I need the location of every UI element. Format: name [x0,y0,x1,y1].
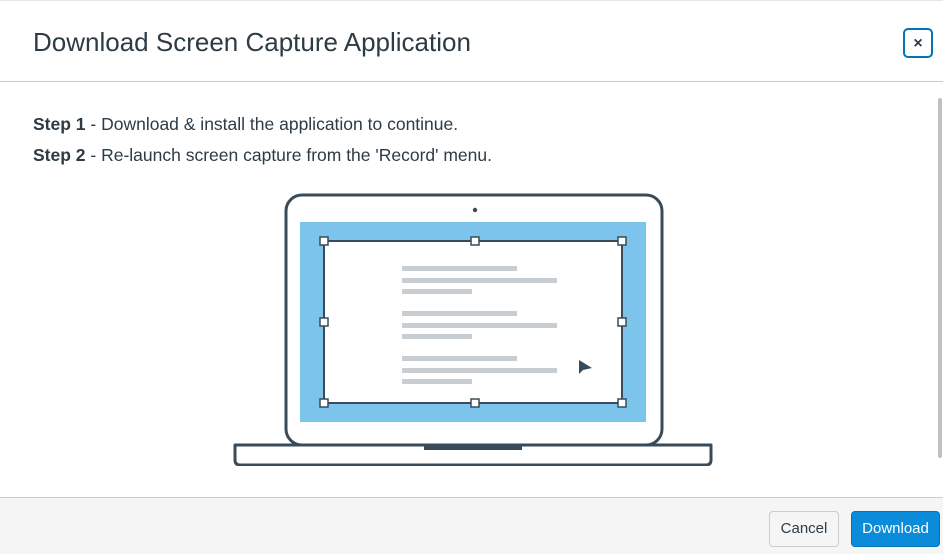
download-button[interactable]: Download [851,511,940,547]
laptop-notch [424,445,522,450]
step-1-label: Step 1 [33,114,86,134]
capture-region [323,240,623,404]
close-button[interactable]: × [903,28,933,58]
dialog-footer: Cancel Download [0,497,943,554]
laptop-screen-capture-illustration [233,193,713,466]
dialog-body: Step 1 - Download & install the applicat… [0,82,943,497]
step-2: Step 2 - Re-launch screen capture from t… [33,145,492,166]
dialog-header: Download Screen Capture Application × [0,0,943,82]
cancel-button[interactable]: Cancel [769,511,839,547]
step-2-label: Step 2 [33,145,86,165]
close-icon: × [913,35,923,52]
step-2-text: - Re-launch screen capture from the 'Rec… [85,145,492,165]
scrollbar[interactable] [938,98,942,458]
download-dialog: Download Screen Capture Application × St… [0,0,943,554]
step-1-text: - Download & install the application to … [85,114,459,134]
camera-dot [472,207,478,213]
dialog-title: Download Screen Capture Application [33,27,471,57]
step-1: Step 1 - Download & install the applicat… [33,114,458,135]
